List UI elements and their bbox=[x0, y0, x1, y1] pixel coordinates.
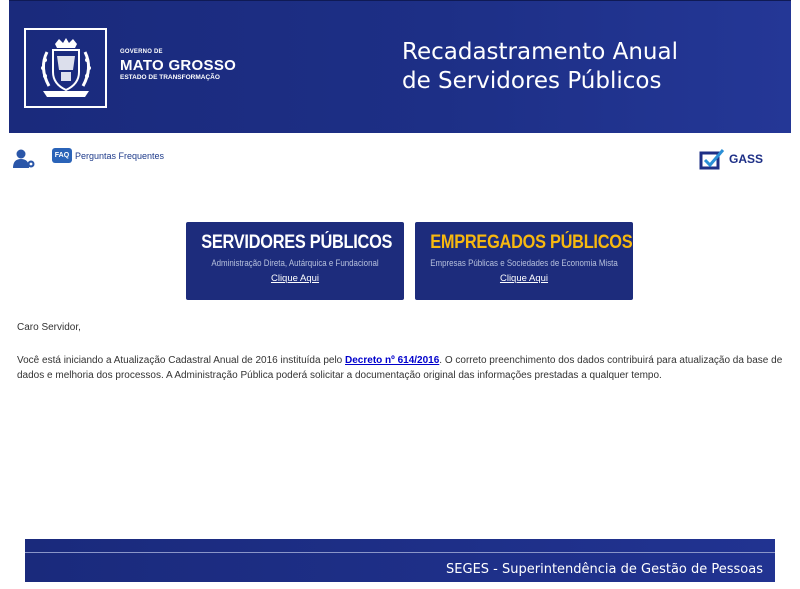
faq-icon: FAQ bbox=[52, 148, 72, 163]
servidores-publicos-card[interactable]: SERVIDORES PÚBLICOS Administração Direta… bbox=[186, 222, 404, 300]
gov-small-text: GOVERNO DE bbox=[120, 49, 163, 55]
decree-link[interactable]: Decreto nº 614/2016 bbox=[345, 355, 439, 366]
government-wordmark: GOVERNO DE MATO GROSSO ESTADO DE TRANSFO… bbox=[120, 49, 236, 82]
empregados-clique-aqui-link[interactable]: Clique Aqui bbox=[500, 273, 548, 284]
state-coat-of-arms-logo[interactable] bbox=[24, 28, 107, 108]
page-title-line1: Recadastramento Anual bbox=[402, 39, 678, 65]
toolbar: FAQ Perguntas Frequentes GASS bbox=[0, 140, 800, 180]
greeting-text: Caro Servidor, bbox=[17, 322, 81, 333]
gass-checkbox-icon bbox=[699, 149, 725, 170]
servidores-clique-aqui-link[interactable]: Clique Aqui bbox=[271, 273, 319, 284]
intro-text-before: Você está iniciando a Atualização Cadast… bbox=[17, 355, 346, 366]
header-banner: GOVERNO DE MATO GROSSO ESTADO DE TRANSFO… bbox=[9, 0, 791, 133]
page-title-line2: de Servidores Públicos bbox=[402, 68, 662, 94]
faq-label: Perguntas Frequentes bbox=[75, 150, 165, 161]
user-settings-icon[interactable] bbox=[12, 148, 36, 170]
card-title: EMPREGADOS PÚBLICOS bbox=[430, 232, 633, 253]
intro-content: Caro Servidor, Você está iniciando a Atu… bbox=[17, 322, 797, 383]
footer-divider bbox=[25, 552, 775, 553]
footer-banner: SEGES - Superintendência de Gestão de Pe… bbox=[25, 539, 775, 582]
intro-paragraph: Você está iniciando a Atualização Cadast… bbox=[17, 353, 797, 383]
gass-label: GASS bbox=[729, 152, 764, 166]
gass-link[interactable]: GASS bbox=[699, 148, 763, 170]
coat-of-arms-icon bbox=[40, 38, 91, 97]
empregados-publicos-card[interactable]: EMPREGADOS PÚBLICOS Empresas Públicas e … bbox=[415, 222, 633, 300]
card-subtitle: Administração Direta, Autárquica e Funda… bbox=[211, 258, 379, 268]
gov-slogan: ESTADO DE TRANSFORMAÇÃO bbox=[120, 74, 220, 81]
card-subtitle: Empresas Públicas e Sociedades de Econom… bbox=[430, 258, 618, 268]
card-title: SERVIDORES PÚBLICOS bbox=[201, 232, 393, 253]
gov-state-name: MATO GROSSO bbox=[120, 57, 237, 74]
page-title: Recadastramento Anual de Servidores Públ… bbox=[402, 38, 678, 96]
faq-link[interactable]: FAQ Perguntas Frequentes bbox=[52, 148, 164, 163]
footer-text: SEGES - Superintendência de Gestão de Pe… bbox=[446, 562, 763, 577]
